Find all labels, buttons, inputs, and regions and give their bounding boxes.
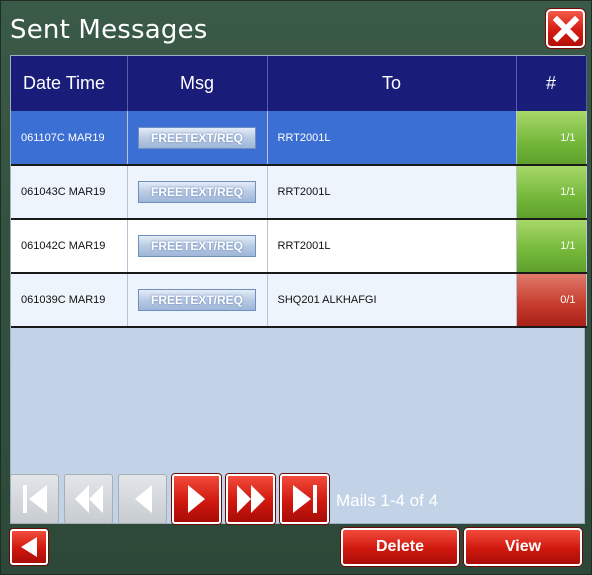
message-type-button[interactable]: FREETEXT/REQ	[138, 181, 256, 203]
rewind-button[interactable]	[64, 474, 113, 524]
msg-cell: FREETEXT/REQ	[127, 165, 268, 220]
first-page-button[interactable]	[10, 474, 59, 524]
column-header-datetime[interactable]: Date Time	[11, 56, 128, 111]
close-icon	[552, 15, 579, 42]
delivery-count-cell: 1/1	[516, 219, 587, 274]
delete-button[interactable]: Delete	[341, 528, 459, 566]
column-header-to[interactable]: To	[267, 56, 517, 111]
msg-cell: FREETEXT/REQ	[127, 111, 268, 166]
previous-icon	[134, 485, 152, 513]
table-row[interactable]: 061043C MAR19 FREETEXT/REQ RRT2001L 1/1	[11, 165, 587, 220]
close-button[interactable]	[546, 9, 585, 48]
messages-panel: Date Time Msg To # 061107C MAR19 FREETEX…	[10, 55, 587, 524]
last-page-icon	[292, 485, 317, 513]
recipient-cell: RRT2001L	[267, 165, 517, 220]
msg-cell: FREETEXT/REQ	[127, 273, 268, 328]
mails-range-label: Mails 1-4 of 4	[336, 491, 439, 510]
delivery-count-cell: 1/1	[516, 165, 587, 220]
datetime-cell: 061039C MAR19	[11, 273, 128, 328]
message-type-button[interactable]: FREETEXT/REQ	[138, 289, 256, 311]
table-row[interactable]: 061042C MAR19 FREETEXT/REQ RRT2001L 1/1	[11, 219, 587, 274]
datetime-cell: 061107C MAR19	[11, 111, 128, 166]
message-type-button[interactable]: FREETEXT/REQ	[138, 126, 256, 149]
next-icon	[187, 485, 205, 513]
fast-forward-button[interactable]	[226, 474, 275, 524]
first-page-icon	[22, 485, 47, 513]
last-page-button[interactable]	[280, 474, 329, 524]
table-row[interactable]: 061039C MAR19 FREETEXT/REQ SHQ201 ALKHAF…	[11, 273, 587, 328]
rewind-icon	[74, 485, 103, 513]
column-header-msg[interactable]: Msg	[127, 56, 268, 111]
recipient-cell: RRT2001L	[267, 219, 517, 274]
msg-cell: FREETEXT/REQ	[127, 219, 268, 274]
messages-table: Date Time Msg To # 061107C MAR19 FREETEX…	[11, 56, 587, 328]
view-button[interactable]: View	[464, 528, 582, 566]
delivery-count-cell: 0/1	[516, 273, 587, 328]
recipient-cell: SHQ201 ALKHAFGI	[267, 273, 517, 328]
sent-messages-window: Sent Messages Date Time Msg To # 061107C…	[0, 0, 592, 575]
recipient-cell: RRT2001L	[267, 111, 517, 166]
back-arrow-icon	[21, 537, 37, 557]
delivery-count-cell: 1/1	[516, 111, 587, 166]
table-row[interactable]: 061107C MAR19 FREETEXT/REQ RRT2001L 1/1	[11, 111, 587, 166]
previous-button[interactable]	[118, 474, 167, 524]
column-header-count[interactable]: #	[516, 56, 587, 111]
back-button[interactable]	[10, 529, 48, 565]
fast-forward-icon	[236, 485, 265, 513]
next-button[interactable]	[172, 474, 221, 524]
datetime-cell: 061042C MAR19	[11, 219, 128, 274]
window-title: Sent Messages	[10, 15, 208, 45]
datetime-cell: 061043C MAR19	[11, 165, 128, 220]
message-type-button[interactable]: FREETEXT/REQ	[138, 235, 256, 257]
